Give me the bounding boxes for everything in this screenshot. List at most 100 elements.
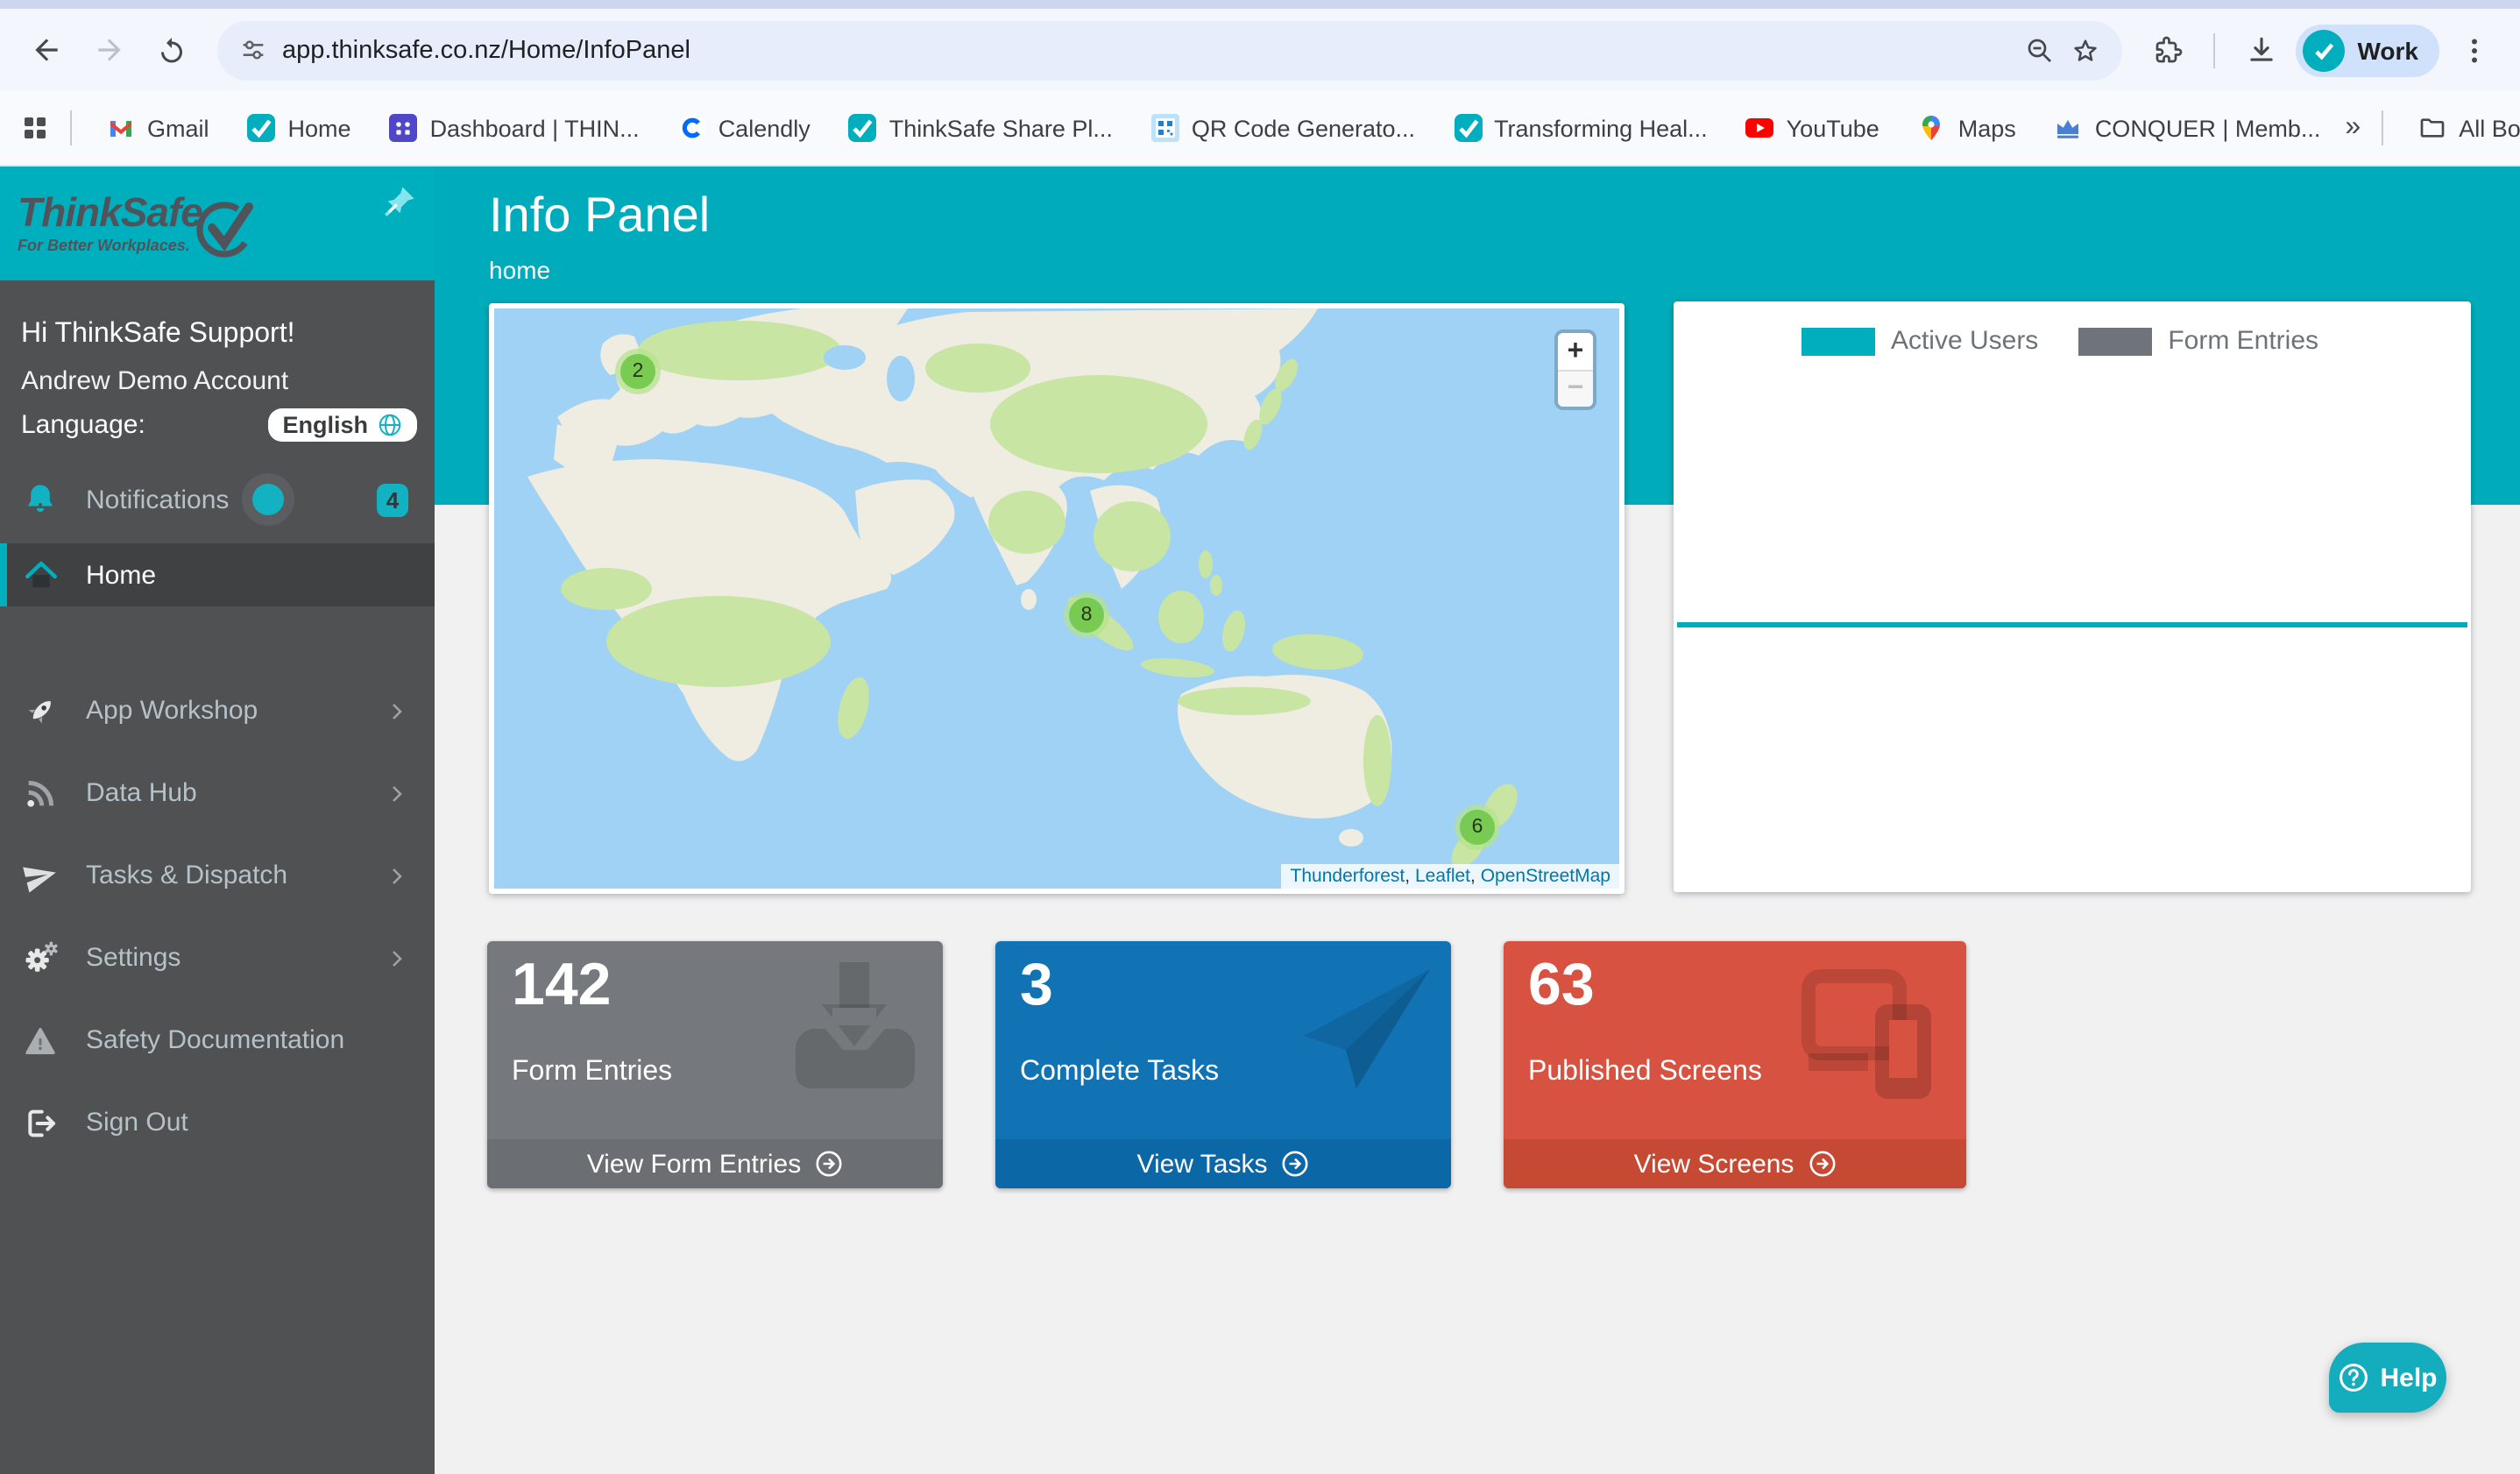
- chevron-right-icon: [386, 947, 407, 968]
- view-tasks-button[interactable]: View Tasks: [995, 1139, 1451, 1188]
- cta-label: View Form Entries: [587, 1149, 802, 1179]
- bookmark-star-icon[interactable]: [2071, 34, 2102, 66]
- attribution-link-osm[interactable]: OpenStreetMap: [1481, 866, 1610, 887]
- stat-card-published-screens: 63 Published Screens View Screens: [1504, 941, 1966, 1188]
- downloads-button[interactable]: [2233, 22, 2290, 78]
- all-bookmarks-label: All Bookmarks: [2459, 115, 2520, 141]
- profile-chip[interactable]: Work: [2297, 24, 2440, 76]
- zoom-out-icon[interactable]: [2025, 34, 2056, 66]
- bookmark-label: Calendly: [718, 115, 811, 141]
- download-icon: [2245, 33, 2278, 67]
- all-bookmarks-button[interactable]: All Bookmarks: [2404, 107, 2520, 149]
- bookmark-transforming[interactable]: Transforming Heal...: [1440, 107, 1722, 149]
- url-bar[interactable]: app.thinksafe.co.nz/Home/InfoPanel: [217, 20, 2123, 80]
- sidebar-item-app-workshop[interactable]: App Workshop: [0, 670, 435, 752]
- sidebar-item-label: Safety Documentation: [86, 1025, 344, 1055]
- sidebar-item-settings[interactable]: Settings: [0, 917, 435, 999]
- bookmark-thinksafe-share[interactable]: ThinkSafe Share Pl...: [835, 107, 1127, 149]
- app-logo: ThinkSafe For Better Workplaces.: [0, 167, 435, 280]
- bookmark-home[interactable]: Home: [234, 107, 365, 149]
- map-card: 2 8 6 + − Thunderforest, Leaflet, OpenSt…: [489, 303, 1625, 894]
- browser-menu-button[interactable]: [2446, 22, 2502, 78]
- greeting-text: Hi ThinkSafe Support!: [0, 319, 435, 351]
- profile-name: Work: [2358, 36, 2419, 64]
- reload-button[interactable]: [144, 22, 200, 78]
- account-name: Andrew Demo Account: [0, 366, 435, 396]
- bookmark-conquer[interactable]: CONQUER | Memb...: [2041, 107, 2335, 149]
- forward-button[interactable]: [81, 22, 137, 78]
- cta-label: View Screens: [1634, 1149, 1794, 1179]
- tab-strip: [0, 0, 2520, 9]
- bookmark-calendly[interactable]: Calendly: [664, 107, 825, 149]
- attribution-link-thunderforest[interactable]: Thunderforest: [1291, 866, 1405, 887]
- extensions-icon: [2153, 34, 2184, 66]
- sidebar-item-safety-documentation[interactable]: Safety Documentation: [0, 999, 435, 1081]
- stat-label: Form Entries: [512, 1057, 672, 1088]
- bookmark-label: YouTube: [1787, 115, 1879, 141]
- apps-grid-icon[interactable]: [21, 114, 49, 142]
- sidebar-item-label: Home: [86, 560, 156, 590]
- back-button[interactable]: [18, 22, 74, 78]
- stat-label: Complete Tasks: [1020, 1057, 1219, 1088]
- sidebar-item-data-hub[interactable]: Data Hub: [0, 752, 435, 834]
- back-icon: [29, 33, 62, 67]
- gears-icon: [21, 939, 60, 976]
- site-settings-icon[interactable]: [238, 35, 268, 65]
- view-screens-button[interactable]: View Screens: [1504, 1139, 1966, 1188]
- maps-pin-icon: [1918, 114, 1946, 142]
- bookmark-label: Gmail: [147, 115, 209, 141]
- breadcrumb: home: [489, 256, 710, 284]
- page-title: Info Panel: [489, 188, 710, 244]
- sidebar-item-tasks-dispatch[interactable]: Tasks & Dispatch: [0, 834, 435, 917]
- kebab-menu-icon: [2459, 34, 2490, 66]
- zoom-in-button[interactable]: +: [1558, 333, 1593, 370]
- bookmarks-overflow-button[interactable]: »: [2345, 112, 2361, 144]
- attribution-link-leaflet[interactable]: Leaflet: [1415, 866, 1470, 887]
- logo-tagline: For Better Workplaces.: [18, 238, 202, 254]
- notifications-badge: 4: [377, 483, 408, 516]
- bookmark-label: CONQUER | Memb...: [2095, 115, 2321, 141]
- zoom-out-button[interactable]: −: [1558, 370, 1593, 407]
- language-selector[interactable]: English: [268, 408, 417, 442]
- bookmark-label: Transforming Heal...: [1494, 115, 1708, 141]
- sidebar-item-sign-out[interactable]: Sign Out: [0, 1081, 435, 1164]
- bookmark-dashboard[interactable]: Dashboard | THIN...: [376, 107, 654, 149]
- sidebar-item-home[interactable]: Home: [0, 543, 435, 606]
- calendly-icon: [678, 114, 706, 142]
- main-content: Info Panel home: [435, 167, 2520, 1474]
- chevron-right-icon: [386, 783, 407, 804]
- arrow-right-circle-icon: [1808, 1150, 1836, 1178]
- map-cluster-marker[interactable]: 8: [1064, 592, 1109, 638]
- help-button[interactable]: Help: [2329, 1343, 2446, 1413]
- arrow-right-circle-icon: [815, 1150, 843, 1178]
- sidebar-item-label: Settings: [86, 943, 181, 973]
- sidebar-item-notifications[interactable]: Notifications 4: [0, 456, 435, 543]
- notifications-toggle[interactable]: [241, 473, 294, 526]
- legend-label: Active Users: [1891, 326, 2038, 356]
- world-map[interactable]: 2 8 6 + − Thunderforest, Leaflet, OpenSt…: [494, 308, 1619, 889]
- bookmark-youtube[interactable]: YouTube: [1732, 107, 1894, 149]
- logo-check-circle-icon: [192, 187, 262, 264]
- help-label: Help: [2380, 1363, 2437, 1393]
- map-cluster-marker[interactable]: 6: [1455, 804, 1500, 850]
- url-text[interactable]: app.thinksafe.co.nz/Home/InfoPanel: [282, 36, 2011, 64]
- paper-plane-icon: [21, 858, 60, 893]
- folder-icon: [2418, 114, 2446, 142]
- extensions-button[interactable]: [2141, 22, 2197, 78]
- bookmark-label: QR Code Generato...: [1192, 115, 1415, 141]
- thinksafe-check-icon: [849, 114, 877, 142]
- sidebar-item-label: Notifications: [86, 485, 229, 514]
- bookmark-gmail[interactable]: Gmail: [93, 107, 223, 149]
- chevron-right-icon: [386, 700, 407, 721]
- devices-icon: [1802, 962, 1952, 1109]
- bookmark-qr-generator[interactable]: QR Code Generato...: [1137, 107, 1429, 149]
- stat-card-form-entries: 142 Form Entries View Form Entries: [487, 941, 943, 1188]
- map-cluster-marker[interactable]: 2: [615, 349, 661, 394]
- bookmark-maps[interactable]: Maps: [1904, 107, 2030, 149]
- dashboard-icon: [390, 114, 418, 142]
- sidebar-item-label: Sign Out: [86, 1108, 188, 1137]
- pin-icon[interactable]: [382, 184, 417, 219]
- chart-baseline: [1677, 622, 2467, 627]
- thinksafe-check-icon: [248, 114, 276, 142]
- view-form-entries-button[interactable]: View Form Entries: [487, 1139, 943, 1188]
